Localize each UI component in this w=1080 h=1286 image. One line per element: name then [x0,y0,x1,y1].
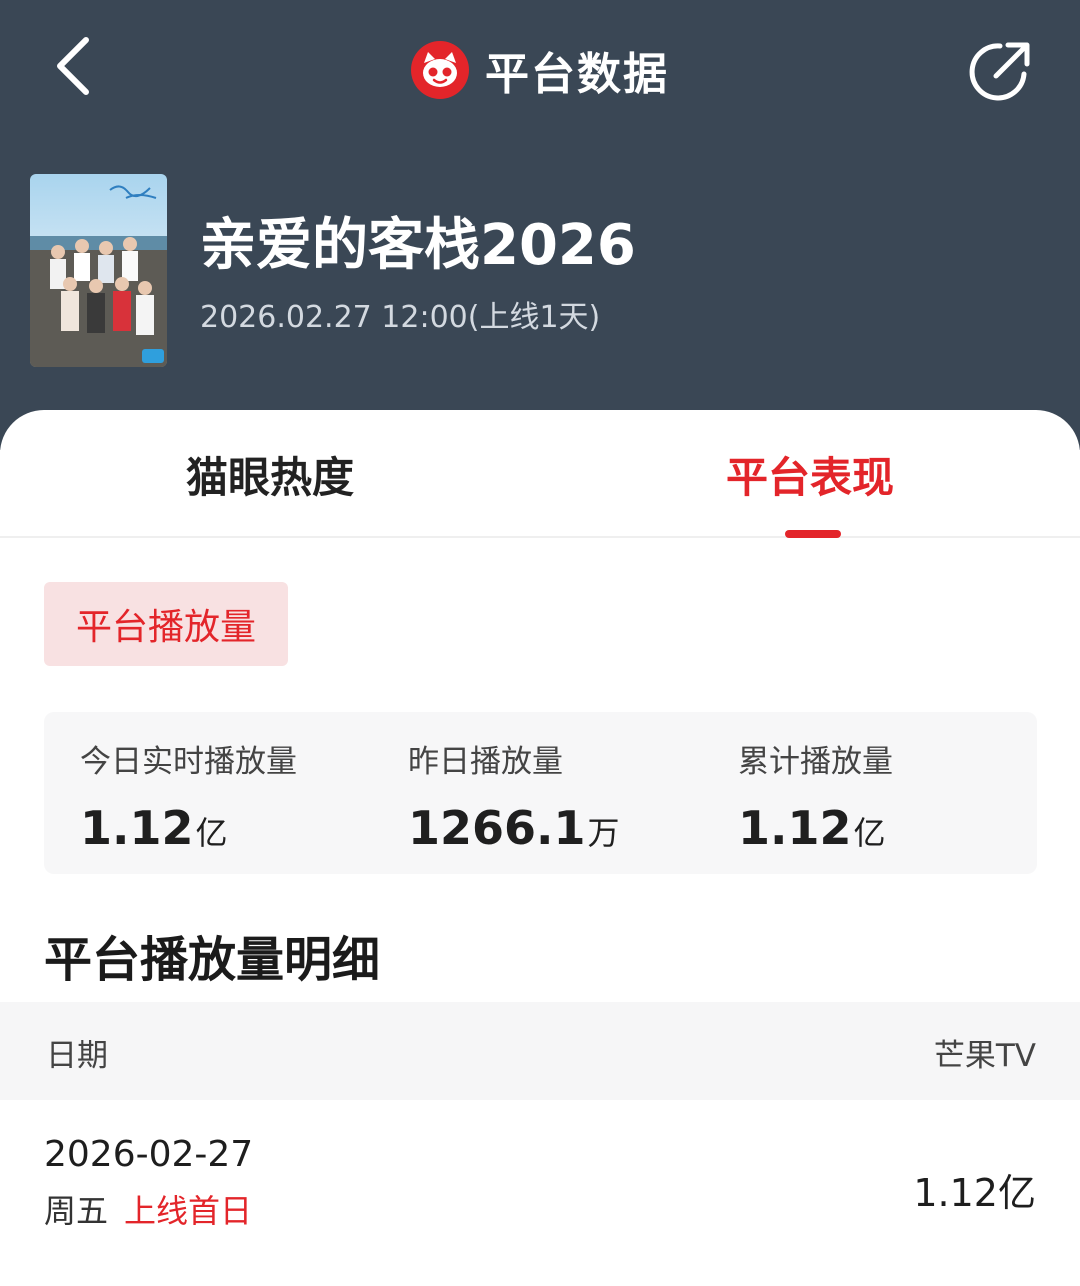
stat-cumulative: 累计播放量 1.12亿 [738,736,893,855]
stat-label: 今日实时播放量 [80,744,297,780]
tab-platform-performance[interactable]: 平台表现 [726,444,894,505]
show-poster[interactable] [30,174,167,367]
row-subtitle: 周五 上线首日 [44,1186,252,1232]
stat-yesterday: 昨日播放量 1266.1万 [408,736,620,855]
top-header: 平台数据 亲爱的客栈2026 2026.02.27 12:00(上线1天) [0,0,1080,450]
row-date: 2026-02-27 [44,1134,254,1175]
show-title: 亲爱的客栈2026 [200,213,636,278]
table-row[interactable]: 2026-02-27 周五 上线首日 1.12亿 [0,1100,1080,1286]
stat-number: 1.12 [80,801,194,855]
tab-maoyan-heat[interactable]: 猫眼热度 [186,444,354,505]
row-release-tag: 上线首日 [124,1192,253,1230]
stats-panel: 今日实时播放量 1.12亿 昨日播放量 1266.1万 累计播放量 1.12亿 [44,712,1037,874]
share-button[interactable] [962,34,1038,110]
tab-bar: 猫眼热度 平台表现 [0,410,1080,538]
title-bar: 平台数据 [0,38,1080,102]
stat-value: 1.12亿 [80,801,297,855]
page-title: 平台数据 [485,49,669,100]
stat-unit: 万 [587,814,620,852]
stat-unit: 亿 [195,814,228,852]
stat-number: 1.12 [738,801,852,855]
show-release-info: 2026.02.27 12:00(上线1天) [200,300,601,335]
row-value-mango-tv: 1.12亿 [913,1171,1036,1215]
poster-image [30,174,167,367]
stat-label: 昨日播放量 [408,744,563,780]
column-header-date: 日期 [46,1038,108,1074]
stat-number: 1266.1 [408,801,586,855]
maoyan-cat-logo-icon [411,41,469,99]
table-header: 日期 芒果TV [0,1002,1080,1100]
metric-chip-platform-plays[interactable]: 平台播放量 [44,582,288,666]
content-card: 猫眼热度 平台表现 平台播放量 今日实时播放量 1.12亿 昨日播放量 1266… [0,410,1080,1286]
active-tab-indicator [785,530,841,538]
stat-label: 累计播放量 [738,744,893,780]
share-icon [969,42,1030,101]
column-header-mango-tv[interactable]: 芒果TV [934,1030,1036,1075]
stat-unit: 亿 [853,814,886,852]
row-weekday: 周五 [44,1192,109,1230]
stat-today-realtime: 今日实时播放量 1.12亿 [80,736,297,855]
detail-section-title: 平台播放量明细 [44,932,381,988]
stat-value: 1.12亿 [738,801,893,855]
stat-value: 1266.1万 [408,801,620,855]
